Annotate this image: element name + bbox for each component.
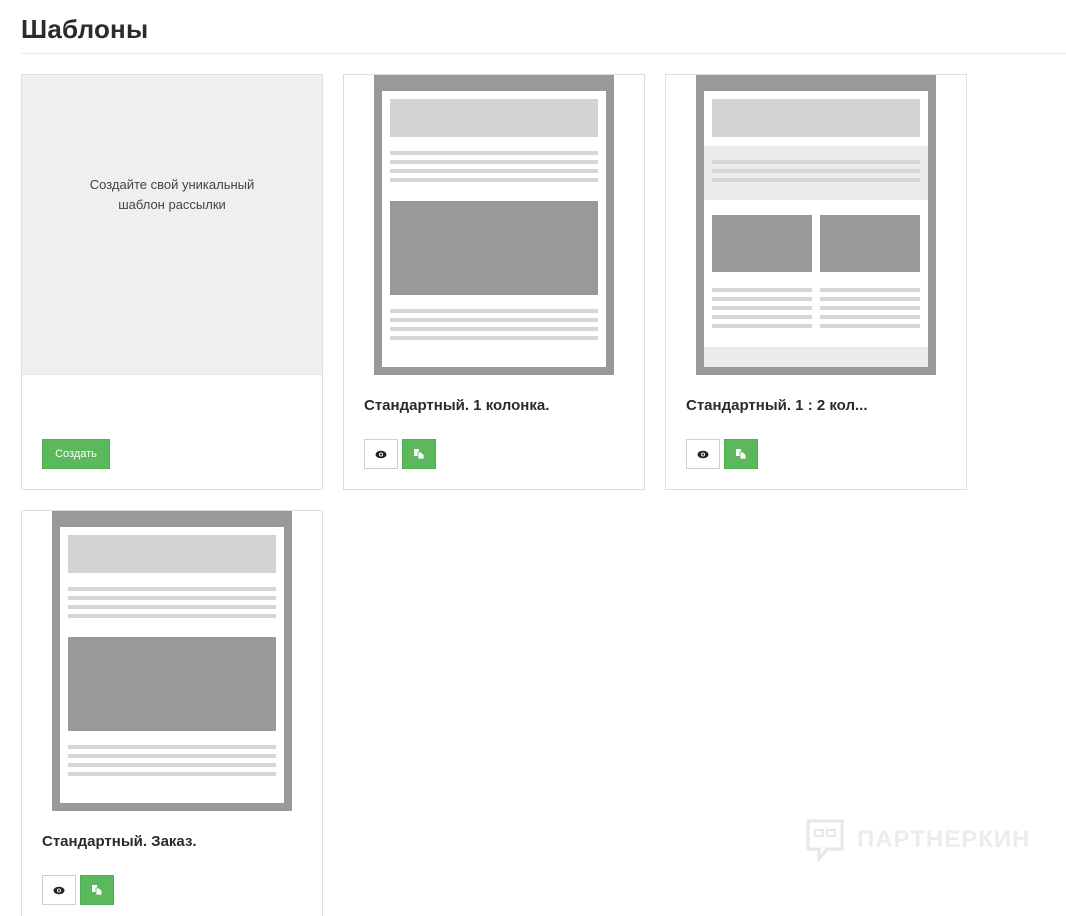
preview-text-line bbox=[390, 169, 598, 173]
preview-text-line bbox=[820, 297, 920, 301]
template-preview[interactable] bbox=[52, 511, 292, 811]
preview-footer-band bbox=[704, 347, 928, 367]
preview-text-line bbox=[712, 315, 812, 319]
preview-button[interactable] bbox=[364, 439, 398, 469]
watermark-logo-icon bbox=[806, 819, 844, 862]
template-card: Стандартный. 1 колонка. bbox=[343, 74, 645, 490]
preview-button[interactable] bbox=[686, 439, 720, 469]
preview-text-line bbox=[390, 327, 598, 331]
eye-icon bbox=[375, 450, 387, 458]
create-template-card: Создайте свой уникальный шаблон рассылки… bbox=[21, 74, 323, 490]
copy-icon bbox=[414, 449, 425, 460]
preview-header-block bbox=[712, 99, 920, 137]
preview-text-line bbox=[712, 306, 812, 310]
create-template-text: Создайте свой уникальный шаблон рассылки bbox=[62, 175, 282, 215]
preview-text-line bbox=[68, 754, 276, 758]
preview-text-line bbox=[68, 772, 276, 776]
preview-text-line bbox=[820, 324, 920, 328]
preview-button[interactable] bbox=[42, 875, 76, 905]
preview-text-line bbox=[68, 605, 276, 609]
preview-band bbox=[704, 146, 928, 200]
template-preview[interactable] bbox=[374, 75, 614, 375]
preview-header-block bbox=[68, 535, 276, 573]
template-title: Стандартный. Заказ. bbox=[42, 833, 197, 850]
preview-text-line bbox=[820, 315, 920, 319]
copy-button[interactable] bbox=[724, 439, 758, 469]
preview-text-line bbox=[68, 745, 276, 749]
create-template-area[interactable]: Создайте свой уникальный шаблон рассылки bbox=[22, 75, 322, 375]
copy-icon bbox=[92, 885, 103, 896]
preview-text-line bbox=[712, 178, 920, 182]
preview-text-line bbox=[712, 160, 920, 164]
template-title: Стандартный. 1 : 2 кол... bbox=[686, 397, 868, 414]
preview-paper bbox=[382, 91, 606, 367]
preview-text-line bbox=[390, 151, 598, 155]
watermark: ПАРТНЕРКИН bbox=[805, 818, 1031, 862]
preview-text-line bbox=[712, 169, 920, 173]
preview-text-line bbox=[712, 324, 812, 328]
preview-paper bbox=[60, 527, 284, 803]
template-card: Стандартный. 1 : 2 кол... bbox=[665, 74, 967, 490]
template-card: Стандартный. Заказ. bbox=[21, 510, 323, 916]
preview-header-block bbox=[390, 99, 598, 137]
create-text-line-2: шаблон рассылки bbox=[118, 197, 226, 212]
preview-text-line bbox=[68, 763, 276, 767]
preview-text-line bbox=[712, 297, 812, 301]
preview-text-line bbox=[390, 318, 598, 322]
preview-text-line bbox=[820, 288, 920, 292]
preview-text-line bbox=[68, 614, 276, 618]
title-divider bbox=[21, 53, 1066, 54]
preview-text-line bbox=[390, 336, 598, 340]
preview-text-line bbox=[68, 587, 276, 591]
preview-text-line bbox=[712, 288, 812, 292]
copy-icon bbox=[736, 449, 747, 460]
preview-image-block bbox=[712, 215, 812, 272]
watermark-text: ПАРТНЕРКИН bbox=[857, 826, 1031, 853]
preview-text-line bbox=[390, 178, 598, 182]
template-preview[interactable] bbox=[696, 75, 936, 375]
preview-image-block bbox=[68, 637, 276, 731]
preview-text-line bbox=[390, 309, 598, 313]
preview-text-line bbox=[820, 306, 920, 310]
create-text-line-1: Создайте свой уникальный bbox=[89, 177, 255, 192]
preview-text-line bbox=[390, 160, 598, 164]
preview-image-block bbox=[390, 201, 598, 295]
preview-text-line bbox=[68, 596, 276, 600]
eye-icon bbox=[697, 450, 709, 458]
template-title: Стандартный. 1 колонка. bbox=[364, 397, 550, 414]
preview-image-block bbox=[820, 215, 920, 272]
page-title: Шаблоны bbox=[21, 14, 149, 44]
eye-icon bbox=[53, 886, 65, 894]
copy-button[interactable] bbox=[80, 875, 114, 905]
copy-button[interactable] bbox=[402, 439, 436, 469]
create-button[interactable]: Создать bbox=[42, 439, 110, 469]
preview-paper bbox=[704, 91, 928, 367]
